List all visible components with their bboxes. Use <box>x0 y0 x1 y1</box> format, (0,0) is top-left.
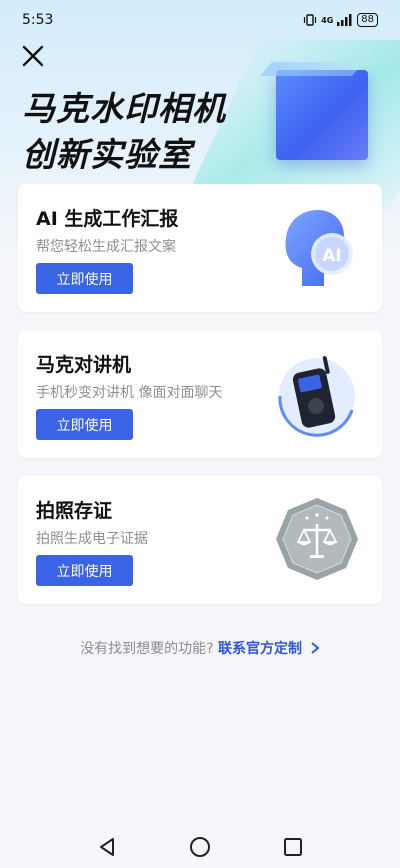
close-icon <box>22 45 44 67</box>
use-now-button[interactable]: 立即使用 <box>36 555 133 586</box>
contact-custom-link[interactable]: 联系官方定制 <box>218 641 320 657</box>
contact-custom-link-label: 联系官方定制 <box>218 641 302 657</box>
status-time: 5:53 <box>22 12 54 28</box>
card-subtitle: 手机秒变对讲机 像面对面聊天 <box>36 385 223 401</box>
close-button[interactable] <box>20 43 46 69</box>
page-title: 马克水印相机 创新实验室 <box>22 86 226 178</box>
walkie-talkie-icon <box>278 356 355 437</box>
signal-icon <box>337 14 352 26</box>
feature-card-walkie-talkie: 马克对讲机 手机秒变对讲机 像面对面聊天 立即使用 <box>18 330 382 458</box>
card-title: AI 生成工作汇报 <box>36 208 179 230</box>
status-icons: 4G 88 <box>303 13 378 27</box>
card-title: 拍照存证 <box>36 500 113 522</box>
home-circle-icon[interactable] <box>188 835 212 859</box>
hero-cube-graphic <box>276 70 368 160</box>
page-title-line1: 马克水印相机 <box>22 89 226 128</box>
page-title-line2: 创新实验室 <box>22 135 192 174</box>
feature-card-ai-report: AI 生成工作汇报 帮您轻松生成汇报文案 立即使用 AI <box>18 184 382 312</box>
recents-square-icon[interactable] <box>281 835 305 859</box>
battery-icon: 88 <box>357 13 378 27</box>
use-now-button[interactable]: 立即使用 <box>36 409 133 440</box>
use-now-button[interactable]: 立即使用 <box>36 263 133 294</box>
justice-scale-badge-icon <box>276 498 358 580</box>
footer-prompt-text: 没有找到想要的功能? <box>80 641 214 657</box>
ai-head-icon: AI <box>285 210 353 286</box>
card-subtitle: 拍照生成电子证据 <box>36 531 148 547</box>
chevron-right-icon <box>311 642 320 654</box>
network-type: 4G <box>321 15 334 25</box>
back-triangle-icon[interactable] <box>95 835 119 859</box>
vibrate-icon <box>304 14 317 26</box>
card-subtitle: 帮您轻松生成汇报文案 <box>36 239 176 255</box>
card-title: 马克对讲机 <box>36 354 132 376</box>
system-nav-bar <box>0 825 400 868</box>
footer-prompt: 没有找到想要的功能? 联系官方定制 <box>0 638 400 658</box>
feature-card-photo-evidence: 拍照存证 拍照生成电子证据 立即使用 <box>18 476 382 604</box>
ai-badge-text: AI <box>322 246 341 266</box>
status-bar: 5:53 4G 88 <box>0 0 400 40</box>
